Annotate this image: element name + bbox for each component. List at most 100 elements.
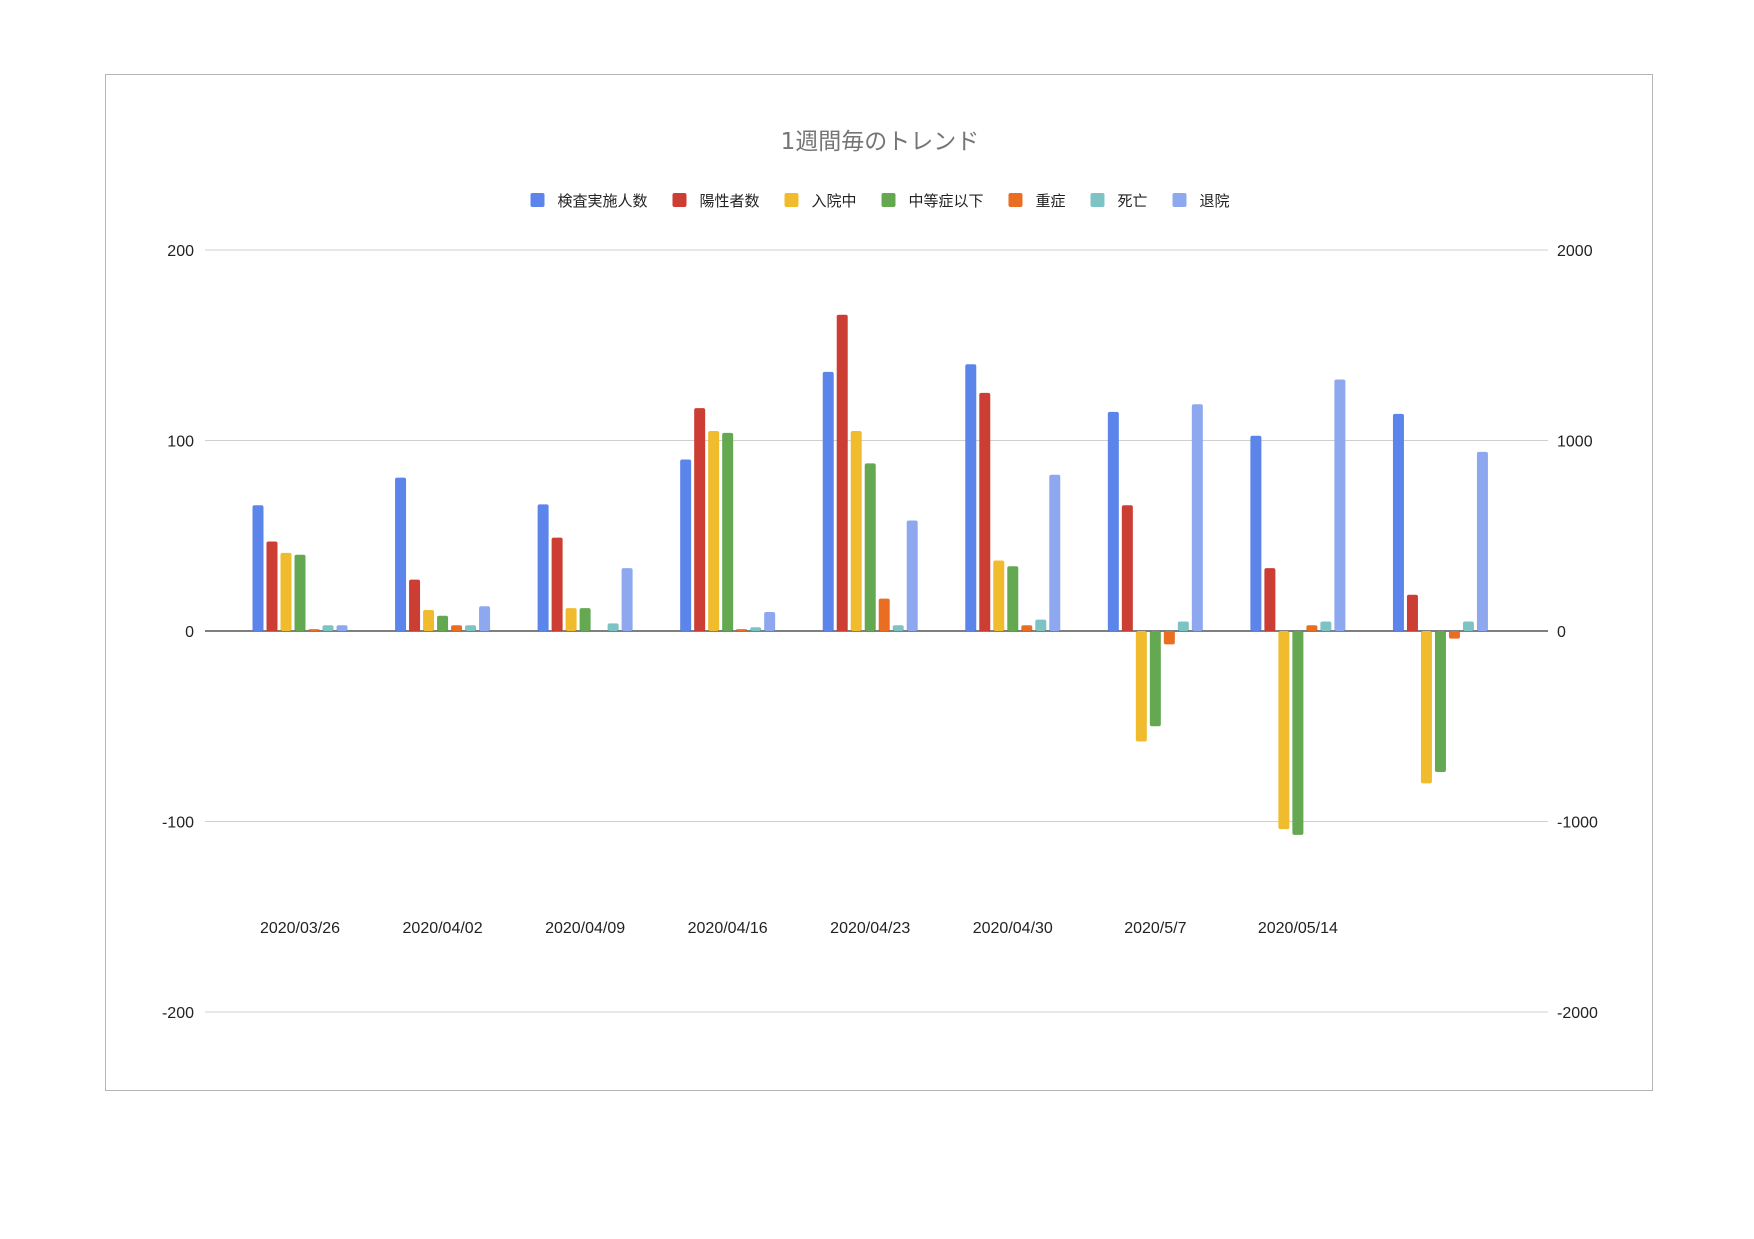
y-left-tick-label: -200 (162, 1005, 194, 1022)
x-tick-label: 2020/05/14 (1258, 920, 1338, 937)
x-tick-label: 2020/04/02 (403, 920, 483, 937)
bar (1163, 631, 1175, 645)
bar (308, 629, 320, 631)
bar (1107, 411, 1119, 631)
bar (836, 314, 848, 631)
legend-item: 死亡 (1090, 192, 1148, 210)
x-tick-label: 2020/03/26 (260, 920, 340, 937)
bar (1177, 621, 1189, 631)
bars (252, 314, 1488, 835)
legend-label: 死亡 (1118, 192, 1148, 210)
bar (479, 606, 491, 631)
bar-group (1250, 379, 1346, 835)
legend-label: 退院 (1200, 192, 1230, 210)
bar-group (537, 504, 633, 631)
legend-label: 検査実施人数 (558, 192, 648, 210)
bar (1250, 435, 1262, 631)
bar (1448, 631, 1460, 639)
y-left-tick-label: -100 (162, 815, 194, 832)
legend-item: 検査実施人数 (530, 192, 648, 210)
bar-group (252, 505, 348, 631)
bar (764, 611, 776, 631)
bar (1462, 621, 1474, 631)
bar (395, 477, 407, 631)
bar (607, 623, 619, 631)
bar-group (822, 314, 918, 631)
x-tick-label: 2020/04/23 (830, 920, 910, 937)
y-right-tick-label: -1000 (1557, 815, 1598, 832)
bar (423, 610, 435, 631)
bar (1021, 625, 1033, 631)
bar (1278, 631, 1290, 830)
bar (1306, 625, 1318, 631)
legend-swatch (881, 193, 896, 207)
bar-group (395, 477, 491, 631)
bar (722, 432, 734, 631)
bar (1334, 379, 1346, 631)
legend-item: 陽性者数 (672, 192, 760, 210)
legend-label: 中等症以下 (909, 192, 984, 210)
bar (892, 625, 904, 631)
bar (465, 625, 477, 631)
bar (1121, 505, 1133, 631)
y-right-tick-label: -2000 (1557, 1005, 1598, 1022)
y-left-tick-label: 100 (167, 434, 194, 451)
legend-swatch (530, 193, 545, 207)
bar (1392, 413, 1404, 631)
bar (708, 430, 720, 631)
bar (437, 615, 449, 631)
y-axis-left: 200 100 0 -100 -200 (162, 243, 194, 1022)
chart-title: 1週間毎のトレンド (781, 129, 980, 155)
y-left-tick-label: 0 (185, 624, 194, 641)
bar (850, 430, 862, 631)
bar (1149, 631, 1161, 727)
bar (965, 364, 977, 631)
legend-label: 陽性者数 (700, 192, 760, 210)
bar-group (1392, 413, 1488, 784)
bar-group (1107, 404, 1203, 742)
bar (336, 625, 348, 631)
bar (993, 560, 1005, 631)
y-axis-right: 2000 1000 0 -1000 -2000 (1557, 243, 1598, 1022)
bar (1264, 568, 1276, 631)
legend-swatch (1172, 193, 1187, 207)
x-tick-label: 2020/04/30 (973, 920, 1053, 937)
bar (1007, 566, 1019, 631)
bar (1135, 631, 1147, 742)
bar (322, 625, 334, 631)
bar-group (965, 364, 1061, 631)
bar-group (680, 408, 776, 631)
legend-item: 退院 (1172, 192, 1230, 210)
bar (252, 505, 264, 631)
chart-svg: 1週間毎のトレンド 検査実施人数 陽性者数 入院中 中等症以下 重症 死亡 退院 200 10… (162, 129, 1598, 1022)
legend-item: 中等症以下 (881, 192, 984, 210)
legend-swatch (1090, 193, 1105, 207)
x-axis: 2020/03/26 2020/04/02 2020/04/09 2020/04/16… (260, 920, 1338, 937)
legend: 検査実施人数 陽性者数 入院中 中等症以下 重症 死亡 退院 (530, 192, 1230, 210)
chart-frame: 1週間毎のトレンド 検査実施人数 陽性者数 入院中 中等症以下 重症 死亡 退院 200 10… (105, 74, 1653, 1091)
y-left-tick-label: 200 (167, 243, 194, 260)
bar (694, 408, 706, 631)
bar (1320, 621, 1332, 631)
bar (1035, 619, 1047, 631)
bar (680, 459, 692, 631)
bar (906, 520, 918, 631)
legend-swatch (1008, 193, 1023, 207)
bar (266, 541, 278, 631)
bar (1191, 404, 1203, 631)
y-right-tick-label: 0 (1557, 624, 1566, 641)
bar (878, 598, 890, 631)
x-tick-label: 2020/5/7 (1124, 920, 1186, 937)
bar (736, 629, 748, 631)
bar (621, 568, 633, 631)
bar (1434, 631, 1446, 772)
x-tick-label: 2020/04/09 (545, 920, 625, 937)
y-right-tick-label: 2000 (1557, 243, 1593, 260)
gridlines (205, 249, 1548, 1013)
bar (750, 627, 762, 631)
legend-label: 入院中 (812, 192, 857, 210)
legend-swatch (784, 193, 799, 207)
bar (1420, 631, 1432, 784)
legend-swatch (672, 193, 687, 207)
bar (1292, 631, 1304, 835)
